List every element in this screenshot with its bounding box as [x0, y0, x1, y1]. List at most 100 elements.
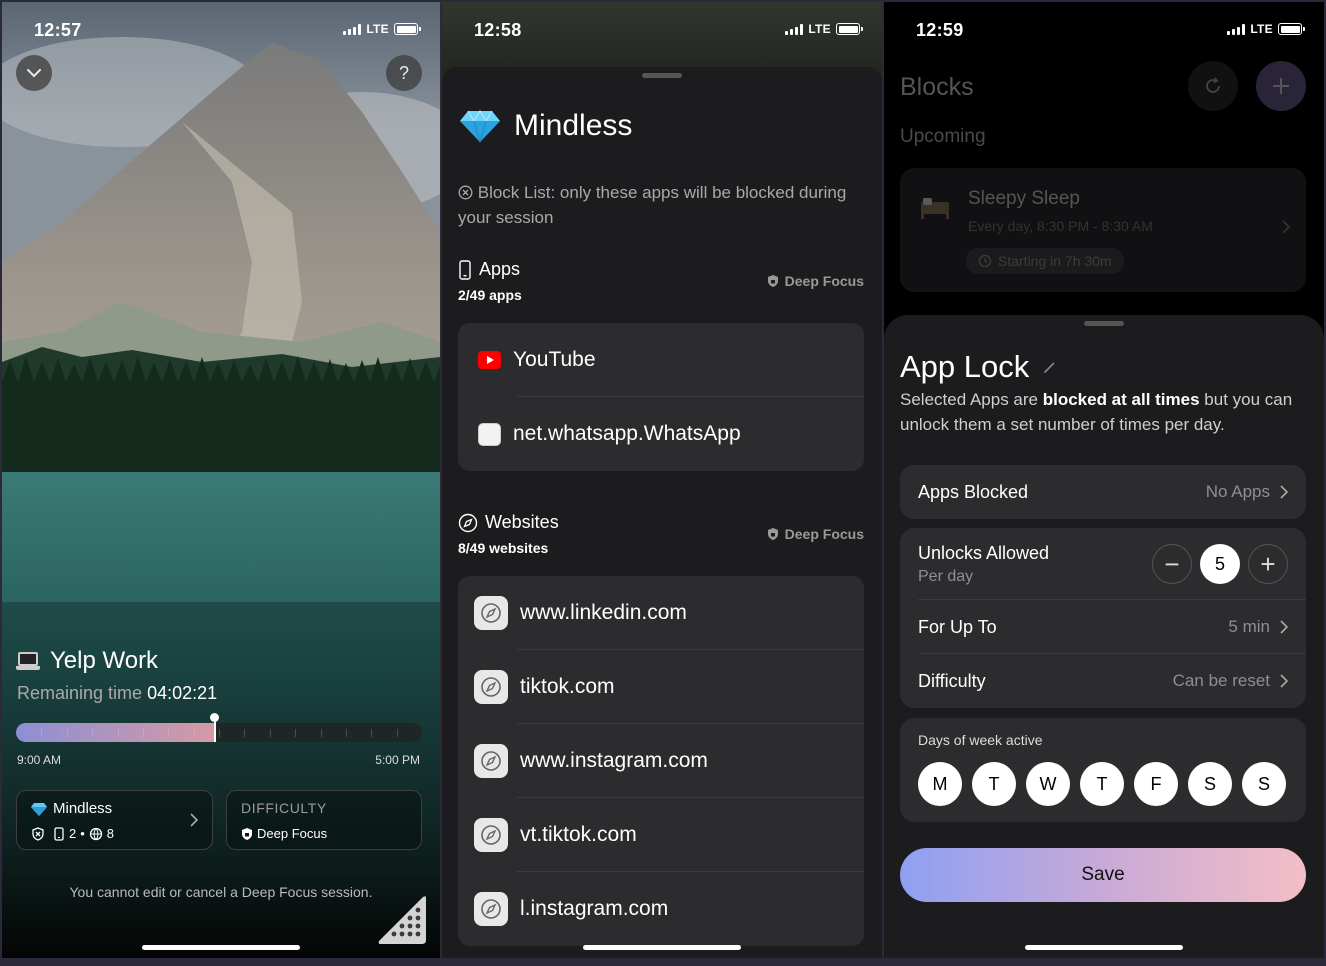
unlock-settings-group: Unlocks Allowed Per day − 5 + For Up To … [900, 528, 1306, 708]
apps-difficulty-value: Deep Focus [784, 273, 864, 289]
unlocks-allowed-label: Unlocks Allowed [918, 542, 1050, 563]
difficulty-row[interactable]: Difficulty Can be reset [900, 654, 1306, 708]
home-indicator[interactable] [583, 945, 741, 950]
progress-tick [396, 729, 398, 737]
compass-icon [458, 513, 478, 532]
help-button[interactable]: ? [386, 55, 422, 91]
home-indicator[interactable] [142, 945, 300, 950]
progress-tick [41, 729, 43, 737]
websites-count: 8 [106, 826, 115, 841]
list-item[interactable]: net.whatsapp.WhatsApp [458, 397, 864, 471]
day-toggle[interactable]: T [972, 762, 1016, 806]
website-name: www.linkedin.com [520, 601, 687, 624]
safari-icon [474, 670, 508, 704]
progress-fill [16, 723, 215, 742]
status-time: 12:59 [916, 20, 964, 40]
website-name: www.instagram.com [520, 749, 708, 772]
status-bar: 12:59 LTE [884, 2, 1324, 58]
list-item[interactable]: l.instagram.com [458, 872, 864, 946]
websites-section-header: Websites [458, 512, 559, 533]
day-toggle[interactable]: F [1134, 762, 1178, 806]
collapse-button[interactable] [16, 55, 52, 91]
app-lock-title: App Lock [900, 349, 1057, 385]
list-item[interactable]: vt.tiktok.com [458, 798, 864, 872]
days-group: Days of week active MTWTFSS [900, 718, 1306, 822]
youtube-icon [478, 351, 501, 369]
refresh-button[interactable] [1188, 61, 1238, 111]
day-toggle[interactable]: S [1188, 762, 1232, 806]
unlocks-value: 5 [1200, 544, 1240, 584]
chevron-right-icon [190, 813, 198, 827]
grip-handle-icon[interactable] [376, 894, 430, 948]
clock-icon [978, 254, 992, 268]
for-up-to-value: 5 min [1228, 617, 1270, 636]
separator-dot: • [80, 826, 85, 841]
unlocks-stepper: − 5 + [1152, 544, 1288, 584]
app-lock-description: Selected Apps are blocked at all times b… [900, 387, 1304, 437]
status-bar: 12:57 LTE [2, 2, 440, 58]
list-item[interactable]: tiktok.com [458, 650, 864, 724]
decrement-button[interactable]: − [1152, 544, 1192, 584]
home-indicator[interactable] [1025, 945, 1183, 950]
app-name: YouTube [513, 348, 596, 371]
app-lock-sheet: App Lock Selected Apps are blocked at al… [884, 315, 1324, 958]
apps-blocked-label: Apps Blocked [918, 481, 1029, 502]
apps-section-label: Apps [479, 259, 521, 279]
upcoming-block-status-text: Starting in 7h 30m [998, 253, 1112, 269]
chevron-down-icon [27, 68, 41, 77]
unlocks-allowed-row: Unlocks Allowed Per day − 5 + [900, 528, 1306, 600]
upcoming-block-name: Sleepy Sleep [968, 188, 1080, 209]
for-up-to-label: For Up To [918, 616, 997, 637]
progress-tick [371, 729, 373, 737]
websites-difficulty-value: Deep Focus [784, 526, 864, 542]
apps-count: 2 [69, 826, 77, 841]
progress-tick [295, 729, 297, 737]
safari-icon [474, 892, 508, 926]
day-toggle[interactable]: S [1242, 762, 1286, 806]
increment-button[interactable]: + [1248, 544, 1288, 584]
progress-tick [244, 729, 246, 737]
website-name: l.instagram.com [520, 897, 669, 920]
days-title: Days of week active [918, 732, 1043, 748]
battery-icon [394, 23, 421, 35]
save-button[interactable]: Save [900, 848, 1306, 902]
battery-icon [836, 23, 863, 35]
website-name: tiktok.com [520, 675, 615, 698]
sheet-grabber[interactable] [1084, 321, 1124, 326]
app-lock-screen: 12:59 LTE Blocks Upcoming Sleepy Sleep E… [884, 2, 1324, 958]
for-up-to-row[interactable]: For Up To 5 min [900, 600, 1306, 654]
apps-count: 2/49 apps [458, 287, 522, 303]
block-description-text: Block List: only these apps will be bloc… [458, 183, 847, 227]
status-bar: 12:58 LTE [442, 2, 882, 58]
day-toggle[interactable]: M [918, 762, 962, 806]
bed-icon [921, 198, 949, 219]
block-list-card[interactable]: Mindless 2 • 8 [16, 790, 213, 850]
progress-tick [345, 729, 347, 737]
progress-tick [193, 729, 195, 737]
remaining-value: 04:02:21 [147, 683, 218, 703]
refresh-icon [1206, 77, 1220, 93]
progress-tick [117, 729, 119, 737]
phone-icon [54, 826, 64, 841]
desc-pre: Selected Apps are [900, 390, 1043, 409]
sheet-grabber[interactable] [642, 73, 682, 78]
day-toggle[interactable]: T [1080, 762, 1124, 806]
list-item[interactable]: www.linkedin.com [458, 576, 864, 650]
apps-blocked-row[interactable]: Apps Blocked No Apps [900, 465, 1306, 519]
add-block-button[interactable] [1256, 61, 1306, 111]
edit-pencil-icon[interactable] [1043, 360, 1057, 374]
lock-shield-icon [767, 528, 778, 540]
day-toggle[interactable]: W [1026, 762, 1070, 806]
block-title: Mindless [460, 109, 632, 143]
progress-tick [320, 729, 322, 737]
plus-icon [1273, 78, 1289, 94]
list-item[interactable]: YouTube [458, 323, 864, 397]
apps-list: YouTube net.whatsapp.WhatsApp [458, 323, 864, 471]
websites-count: 8/49 websites [458, 540, 549, 556]
list-item[interactable]: www.instagram.com [458, 724, 864, 798]
lock-shield-icon [767, 275, 778, 287]
website-name: vt.tiktok.com [520, 823, 637, 846]
upcoming-block-card[interactable]: Sleepy Sleep Every day, 8:30 PM - 8:30 A… [900, 168, 1306, 292]
shield-x-icon [32, 826, 44, 841]
start-time: 9:00 AM [17, 753, 62, 767]
